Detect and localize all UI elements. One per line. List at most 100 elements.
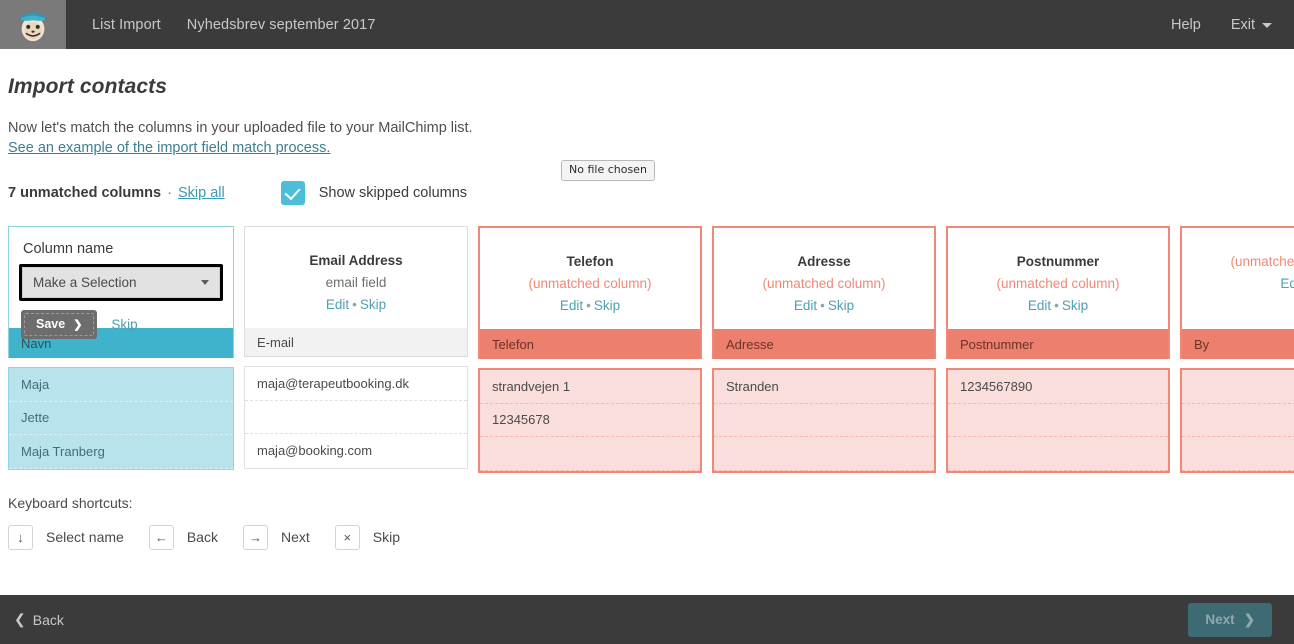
- column-card-title: Adresse: [797, 254, 851, 269]
- table-row: 12345678: [480, 404, 700, 437]
- keyboard-shortcuts-title: Keyboard shortcuts:: [8, 494, 133, 511]
- column-card-header: (unmatched column) Edit: [1180, 226, 1294, 329]
- top-bar: List Import Nyhedsbrev september 2017 He…: [0, 0, 1294, 49]
- unmatched-count-text: 7 unmatched columns: [8, 185, 162, 201]
- shortcut-label: Next: [280, 529, 310, 545]
- column-card-postnummer: Postnummer (unmatched column) Edit • Skip …: [946, 226, 1170, 473]
- column-card-actions: Edit • Skip: [962, 298, 1154, 313]
- example-process-link[interactable]: See an example of the import field match…: [8, 140, 330, 156]
- column-data-block: 1234567890: [946, 368, 1170, 473]
- back-label: Back: [32, 611, 64, 628]
- shortcut-back: ← Back: [148, 524, 218, 550]
- skip-link[interactable]: Skip: [360, 297, 386, 312]
- arrow-right-icon: →: [242, 524, 268, 550]
- shortcut-label: Select name: [46, 529, 124, 545]
- edit-link[interactable]: Edit: [326, 297, 349, 312]
- table-row: strandvejen 1: [480, 370, 700, 404]
- back-button[interactable]: ❮ Back: [14, 611, 64, 628]
- table-row: [714, 404, 934, 437]
- keyboard-shortcuts: Keyboard shortcuts: ↓ Select name ← Back…: [8, 495, 1294, 550]
- close-icon: ×: [334, 524, 360, 550]
- column-data-block: maja@terapeutbooking.dk maja@booking.com: [244, 366, 468, 469]
- shortcut-skip: × Skip: [334, 524, 400, 550]
- column-card-actions: Edit • Skip: [728, 298, 920, 313]
- column-data-block: Maja Jette Maja Tranberg: [8, 367, 234, 470]
- logo-container[interactable]: [0, 0, 66, 49]
- column-card-navn: Column name Make a Selection Save ❯ Skip…: [8, 226, 234, 470]
- table-row: [948, 404, 1168, 437]
- table-row: [948, 437, 1168, 471]
- column-data-block: strandvejen 1 12345678: [478, 368, 702, 473]
- shortcut-select-name: ↓ Select name: [8, 524, 124, 550]
- controls-row: 7 unmatched columns · Skip all Show skip…: [8, 160, 1294, 206]
- column-card-actions: Edit • Skip: [259, 297, 453, 312]
- skip-link[interactable]: Skip: [594, 298, 620, 313]
- show-skipped-columns-toggle[interactable]: Show skipped columns: [280, 181, 468, 205]
- next-label: Next: [1205, 612, 1235, 627]
- column-card-email-address: Email Address email field Edit • Skip E-ma…: [244, 226, 468, 469]
- column-card-header: Telefon (unmatched column) Edit • Skip: [478, 226, 702, 329]
- source-column-header: By: [1180, 329, 1294, 359]
- skip-link[interactable]: Skip: [1062, 298, 1088, 313]
- column-card-adresse: Adresse (unmatched column) Edit • Skip Adr…: [712, 226, 936, 473]
- table-row: Jette: [9, 402, 233, 435]
- shortcut-label: Skip: [372, 529, 400, 545]
- column-data-block: [1180, 368, 1294, 473]
- column-card-telefon: Telefon (unmatched column) Edit • Skip Tel…: [478, 226, 702, 473]
- skip-all-link[interactable]: Skip all: [178, 185, 225, 201]
- separator-dot: ·: [167, 185, 172, 201]
- column-card-title: Postnummer: [1016, 254, 1100, 269]
- table-row: Maja: [9, 368, 233, 402]
- column-card-header: Email Address email field Edit • Skip: [244, 226, 468, 328]
- show-skipped-checkbox[interactable]: [280, 181, 305, 205]
- column-card-subtitle: (unmatched column): [1230, 254, 1294, 269]
- column-card-header: Adresse (unmatched column) Edit • Skip: [712, 226, 936, 329]
- table-row: [714, 437, 934, 471]
- chevron-down-icon: [201, 280, 209, 285]
- column-card-header: Postnummer (unmatched column) Edit • Skip: [946, 226, 1170, 329]
- page-description: Now let's match the columns in your uplo…: [8, 120, 473, 136]
- table-row: [245, 401, 467, 434]
- table-row: [480, 437, 700, 471]
- action-separator: •: [586, 298, 591, 313]
- chevron-right-icon: ❯: [73, 318, 83, 331]
- unmatched-columns-status: 7 unmatched columns · Skip all: [8, 185, 225, 201]
- exit-menu[interactable]: Exit: [1231, 17, 1272, 33]
- help-link[interactable]: Help: [1171, 17, 1201, 33]
- table-row: [1182, 404, 1294, 437]
- chevron-left-icon: ❮: [14, 611, 26, 627]
- column-card-subtitle: (unmatched column): [762, 276, 886, 291]
- table-row: 1234567890: [948, 370, 1168, 404]
- page-content: Import contacts Now let's match the colu…: [0, 75, 1294, 550]
- edit-link[interactable]: Edit: [560, 298, 583, 313]
- source-column-header: Postnummer: [946, 329, 1170, 359]
- make-a-selection-select[interactable]: Make a Selection: [22, 267, 220, 298]
- page-title: Import contacts: [8, 75, 168, 98]
- nav-item-list-import[interactable]: List Import: [92, 17, 161, 33]
- nav-item-campaign[interactable]: Nyhedsbrev september 2017: [187, 17, 376, 33]
- show-skipped-label: Show skipped columns: [318, 185, 468, 201]
- chevron-right-icon: ❯: [1243, 611, 1255, 627]
- column-select-focus-ring: Make a Selection: [19, 264, 223, 301]
- chevron-down-icon: [1262, 23, 1272, 28]
- shortcut-next: → Next: [242, 524, 310, 550]
- action-separator: •: [352, 297, 357, 312]
- table-row: maja@terapeutbooking.dk: [245, 367, 467, 401]
- table-row: [1182, 370, 1294, 404]
- footer-bar: ❮ Back Next ❯: [0, 595, 1294, 644]
- arrow-down-icon: ↓: [8, 524, 33, 550]
- source-column-header: Telefon: [478, 329, 702, 359]
- column-data-block: Stranden: [712, 368, 936, 473]
- column-match-grid: Column name Make a Selection Save ❯ Skip…: [8, 226, 1294, 473]
- edit-link[interactable]: Edit: [1028, 298, 1051, 313]
- source-column-header: E-mail: [244, 328, 468, 357]
- table-row: maja@booking.com: [257, 443, 373, 459]
- skip-link[interactable]: Skip: [111, 317, 137, 332]
- table-row: [1182, 437, 1294, 471]
- column-card-actions: Edit: [1196, 276, 1294, 291]
- skip-link[interactable]: Skip: [828, 298, 854, 313]
- column-card-actions: Edit • Skip: [494, 298, 686, 313]
- edit-link[interactable]: Edit: [794, 298, 817, 313]
- next-button[interactable]: Next ❯: [1188, 602, 1272, 637]
- edit-link[interactable]: Edit: [1280, 276, 1294, 291]
